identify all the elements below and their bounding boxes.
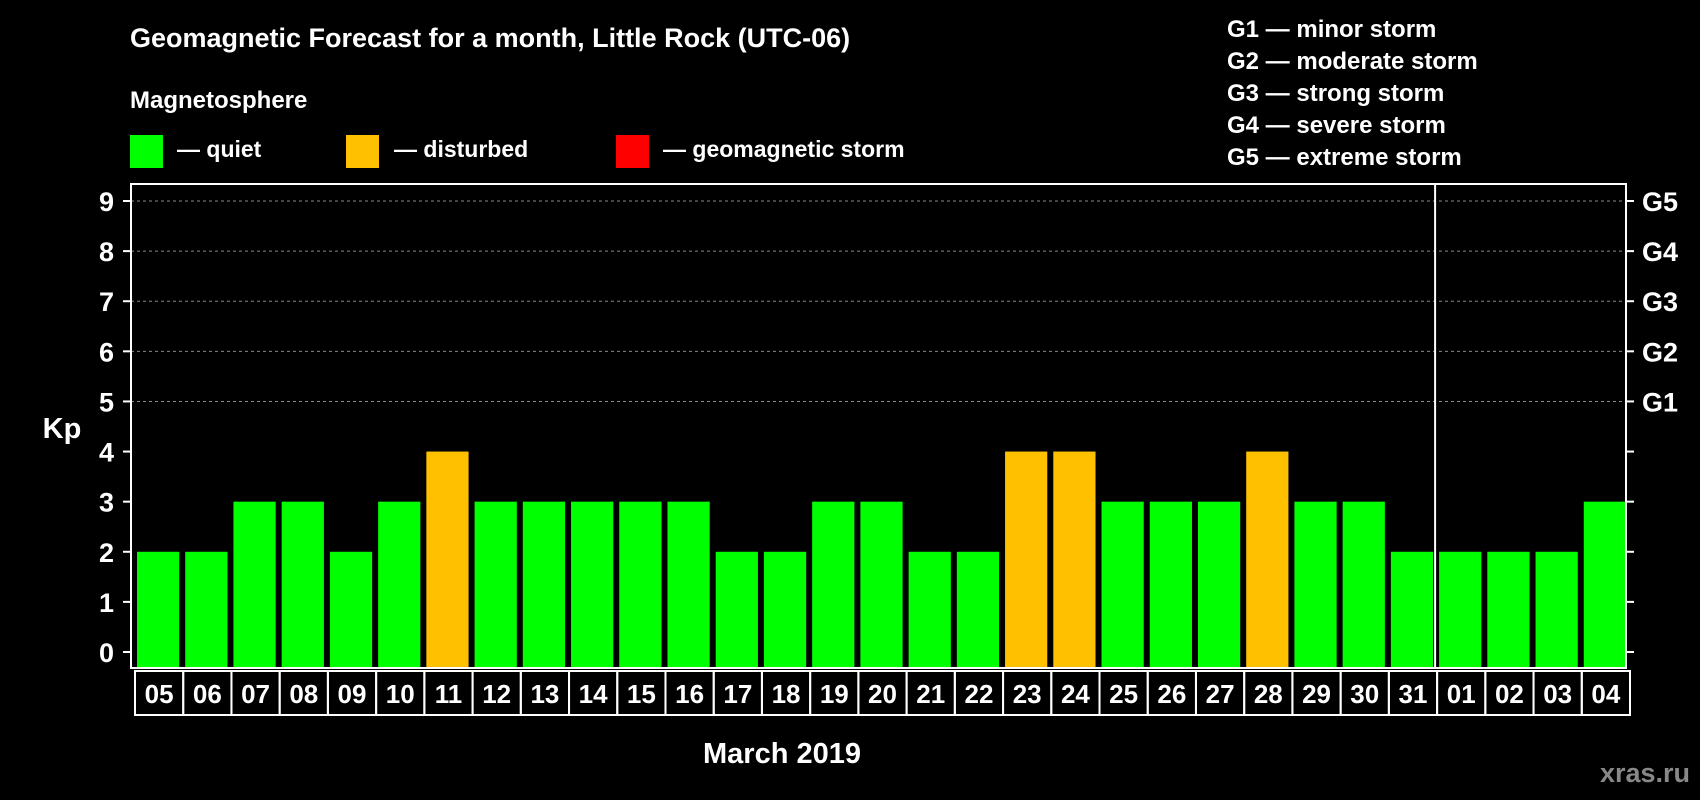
y-tick-label-2: 2 [99,538,114,568]
bar-21 [908,551,951,668]
chart-title: Geomagnetic Forecast for a month, Little… [130,23,850,53]
bar-17 [715,551,758,668]
bar-07 [233,501,276,668]
x-tick-label-17: 17 [723,679,752,709]
x-tick-label-01: 01 [1447,679,1476,709]
storm-scale-g4: G4 — severe storm [1227,112,1446,139]
bar-03 [1535,551,1578,668]
bar-22 [956,551,1000,668]
legend-swatch-disturbed [346,135,379,168]
bar-02 [1487,551,1530,668]
x-tick-label-15: 15 [627,679,656,709]
plot-area: 0123456789G1G2G3G4G505 06 07 08 09 10 11 12 13 14… [99,183,1678,716]
bar-01 [1439,551,1482,668]
bar-20 [860,501,903,668]
x-tick-label-10: 10 [386,679,415,709]
bar-24 [1053,451,1096,668]
legend-label-quiet: — quiet [177,136,262,162]
bar-12 [474,501,517,668]
bar-08 [281,501,324,668]
geomagnetic-chart: Geomagnetic Forecast for a month, Little… [43,16,1690,788]
y-tick-label-9: 9 [99,187,114,217]
bar-13 [522,501,566,668]
storm-scale-g1: G1 — minor storm [1227,16,1436,43]
bar-09 [329,551,373,668]
x-tick-label-05: 05 [145,679,174,709]
x-tick-label-12: 12 [482,679,511,709]
x-tick-label-02: 02 [1495,679,1524,709]
g-label-g1: G1 [1642,387,1678,417]
bar-27 [1197,501,1241,668]
bar-16 [667,501,710,668]
y-tick-label-0: 0 [99,638,114,668]
bar-15 [619,501,662,668]
watermark: xras.ru [1600,758,1690,788]
g-label-g3: G3 [1642,287,1678,317]
storm-scale-g2: G2 — moderate storm [1227,48,1478,75]
bar-18 [763,551,807,668]
x-tick-label-19: 19 [820,679,849,709]
bar-29 [1294,501,1337,668]
x-tick-label-07: 07 [241,679,270,709]
bar-10 [378,501,421,668]
g-label-g2: G2 [1642,337,1678,367]
legend-label-disturbed: — disturbed [394,136,528,162]
x-tick-label-26: 26 [1157,679,1186,709]
bar-31 [1390,551,1434,668]
x-tick-label-29: 29 [1302,679,1331,709]
bar-28 [1246,451,1289,668]
bar-14 [571,501,614,668]
x-tick-label-14: 14 [579,679,608,709]
y-tick-label-3: 3 [99,488,114,518]
y-axis-label: Kp [43,413,82,445]
x-tick-label-24: 24 [1061,679,1090,709]
y-tick-label-7: 7 [99,287,114,317]
x-tick-label-04: 04 [1591,679,1620,709]
bar-30 [1342,501,1385,668]
y-tick-label-6: 6 [99,337,114,367]
bar-11 [426,451,469,668]
y-tick-label-8: 8 [99,237,114,267]
x-tick-label-25: 25 [1109,679,1138,709]
bar-19 [812,501,855,668]
x-axis-label: March 2019 [703,738,861,770]
g-label-g5: G5 [1642,187,1678,217]
x-tick-label-23: 23 [1013,679,1042,709]
bar-05 [137,551,180,668]
bar-04 [1583,501,1626,668]
legend: — quiet — disturbed — geomagnetic storm [130,135,905,168]
x-tick-label-11: 11 [435,679,463,709]
x-tick-label-08: 08 [289,679,318,709]
x-tick-label-27: 27 [1206,679,1235,709]
x-tick-label-22: 22 [964,679,993,709]
storm-scale-g3: G3 — strong storm [1227,80,1444,107]
section-label: Magnetosphere [130,87,307,114]
legend-swatch-quiet [130,135,163,168]
y-tick-label-4: 4 [99,438,114,468]
x-tick-label-28: 28 [1254,679,1283,709]
bar-06 [185,551,228,668]
x-tick-label-16: 16 [675,679,704,709]
bar-23 [1005,451,1048,668]
bar-26 [1149,501,1192,668]
x-tick-label-31: 31 [1399,679,1428,709]
y-tick-label-1: 1 [99,588,114,618]
g-label-g4: G4 [1642,237,1678,267]
x-tick-label-18: 18 [772,679,801,709]
x-tick-label-13: 13 [530,679,559,709]
x-tick-label-06: 06 [193,679,222,709]
legend-label-storm: — geomagnetic storm [663,136,905,162]
bar-25 [1101,501,1144,668]
x-tick-label-21: 21 [916,679,945,709]
storm-scale-g5: G5 — extreme storm [1227,144,1462,171]
x-tick-label-03: 03 [1543,679,1572,709]
legend-swatch-storm [616,135,649,168]
x-tick-label-30: 30 [1350,679,1379,709]
y-tick-label-5: 5 [99,387,114,417]
x-tick-label-20: 20 [868,679,897,709]
storm-scale-legend: G1 — minor storm G2 — moderate storm G3 … [1227,16,1478,171]
x-tick-label-09: 09 [338,679,367,709]
